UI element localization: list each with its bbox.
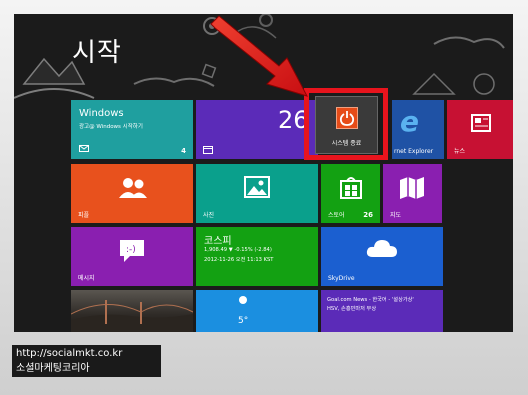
desktop-tile[interactable] — [71, 290, 193, 332]
start-title: 시작 — [72, 38, 122, 68]
windows-tile-count: 4 — [181, 147, 186, 155]
caption-brand: 소셜마케팅코리아 — [16, 363, 90, 374]
ie-tile[interactable]: e rnet Explorer — [392, 100, 444, 159]
news-tile[interactable]: 뉴스 — [447, 100, 513, 159]
highlight-box — [304, 88, 388, 160]
news-label: 뉴스 — [454, 148, 466, 155]
kospi-tile[interactable]: 코스피 1,908.49 ▼ -0.15% (-2.84) 2012-11-26… — [196, 227, 318, 286]
windows-tile[interactable]: Windows 광고@ Windows 시작하기 4 — [71, 100, 193, 159]
messaging-label: 메시지 — [78, 275, 95, 282]
ie-label: rnet Explorer — [394, 148, 434, 155]
ie-icon: e — [400, 105, 419, 138]
mail-icon — [79, 145, 89, 152]
calendar-icon — [203, 146, 213, 154]
goal-news-line1: Goal.com News - 한국어 - '설상가상' — [327, 297, 414, 303]
sun-icon — [239, 296, 247, 304]
goal-news-line2: HSV, 손흥민마저 부상 — [327, 306, 377, 312]
skydrive-label: SkyDrive — [328, 275, 355, 282]
cloud-icon — [366, 240, 397, 257]
kospi-line1: 1,908.49 ▼ -0.15% (-2.84) — [204, 247, 272, 253]
news-icon — [471, 114, 491, 132]
people-icon — [119, 178, 147, 198]
maps-label: 지도 — [390, 212, 402, 219]
site-caption: http://socialmkt.co.kr 소셜마케팅코리아 — [12, 345, 161, 377]
skydrive-tile[interactable]: SkyDrive — [321, 227, 443, 286]
store-count: 26 — [363, 211, 373, 219]
store-label: 스토어 — [328, 212, 345, 219]
photos-icon — [244, 176, 270, 198]
calendar-tile[interactable]: 26 — [196, 100, 318, 159]
weather-temp: 5° — [238, 316, 249, 326]
caption-url: http://socialmkt.co.kr — [16, 348, 123, 359]
bridge-image — [71, 300, 193, 332]
photos-tile[interactable]: 사진 — [196, 164, 318, 223]
svg-text::-): :-) — [126, 245, 136, 255]
store-icon — [340, 177, 362, 199]
people-tile[interactable]: 피플 — [71, 164, 193, 223]
people-label: 피플 — [78, 212, 90, 219]
store-tile[interactable]: 스토어 26 — [321, 164, 380, 223]
kospi-title: 코스피 — [204, 236, 232, 247]
red-arrow-annotation — [210, 15, 308, 97]
kospi-line2: 2012-11-26 오전 11:13 KST — [204, 257, 274, 263]
photos-label: 사진 — [203, 212, 215, 219]
windows-tile-subtitle: 광고@ Windows 시작하기 — [79, 124, 143, 130]
maps-icon — [400, 177, 424, 199]
windows-tile-title: Windows — [79, 108, 124, 119]
messaging-tile[interactable]: :-) 메시지 — [71, 227, 193, 286]
messaging-icon: :-) — [120, 240, 144, 262]
weather-tile[interactable]: 5° — [196, 290, 318, 332]
goal-news-tile[interactable]: Goal.com News - 한국어 - '설상가상' HSV, 손흥민마저 … — [321, 290, 443, 332]
maps-tile[interactable]: 지도 — [383, 164, 442, 223]
